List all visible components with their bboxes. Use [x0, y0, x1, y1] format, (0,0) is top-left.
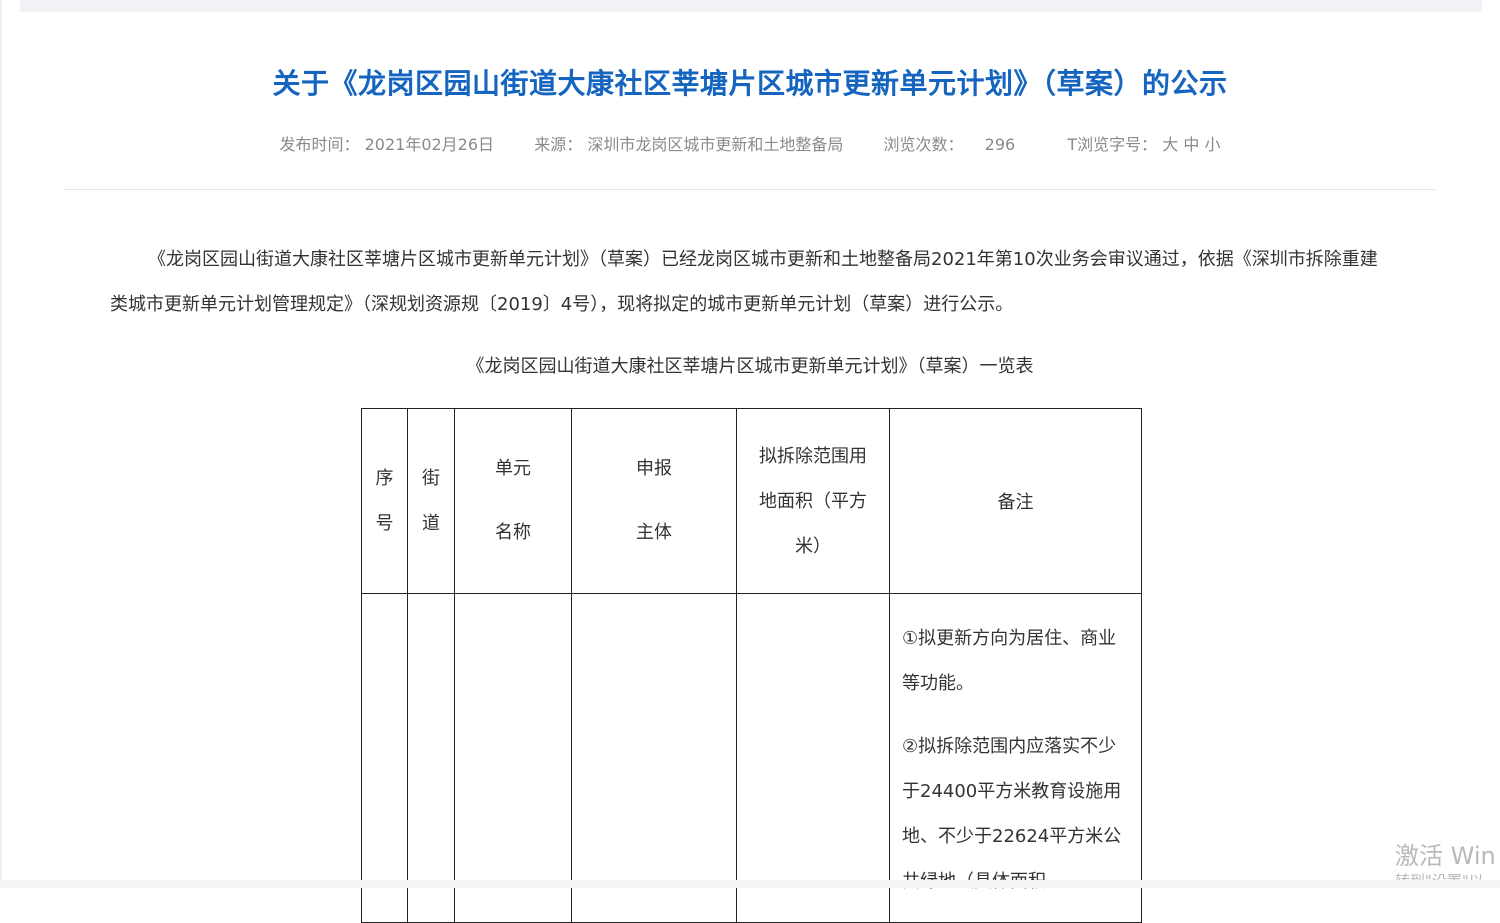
publish-label: 发布时间： [279, 135, 360, 154]
article-meta: 发布时间： 2021年02月26日 来源： 深圳市龙岗区城市更新和土地整备局 浏… [0, 131, 1500, 155]
top-bar [20, 0, 1482, 12]
views-label: 浏览次数： [883, 135, 964, 154]
font-size-medium-button[interactable]: 中 [1183, 135, 1199, 154]
article-paragraph: 《龙岗区园山街道大康社区莘塘片区城市更新单元计划》（草案）已经龙岗区城市更新和土… [110, 249, 1378, 315]
header-street: 街道 [407, 408, 455, 594]
header-remarks: 备注 [889, 408, 1142, 594]
bottom-edge [0, 880, 1500, 888]
cell-index [361, 593, 408, 923]
cell-remarks: ①拟更新方向为居住、商业等功能。 ②拟拆除范围内应落实不少于24400平方米教育… [889, 593, 1142, 923]
publish-date: 2021年02月26日 [364, 135, 495, 154]
header-applicant: 申报 主体 [571, 408, 737, 594]
table-header-row: 序号 街道 单元 名称 申报 主体 拟拆除范围用 地面积（平方 米） 备注 [361, 408, 1142, 594]
remark-item: ②拟拆除范围内应落实不少于24400平方米教育设施用地、不少于22624平方米公… [902, 736, 1122, 892]
cell-demolition-area [736, 593, 890, 923]
page-title: 关于《龙岗区园山街道大康社区莘塘片区城市更新单元计划》（草案）的公示 [272, 67, 1228, 100]
font-size-label: T浏览字号： [1067, 135, 1158, 154]
article-body: 《龙岗区园山街道大康社区莘塘片区城市更新单元计划》（草案）已经龙岗区城市更新和土… [110, 237, 1390, 327]
plan-table: 序号 街道 单元 名称 申报 主体 拟拆除范围用 地面积（平方 米） 备注 ①拟更新方向… [361, 408, 1142, 923]
source-label: 来源： [534, 135, 583, 154]
table-caption: 《龙岗区园山街道大康社区莘塘片区城市更新单元计划》（草案）一览表 [466, 356, 1034, 377]
views-count: 296 [984, 135, 1016, 154]
activation-watermark-title: 激活 Win [1395, 842, 1496, 870]
header-unit-name: 单元 名称 [454, 408, 572, 594]
cell-unit-name [454, 593, 572, 923]
font-size-small-button[interactable]: 小 [1204, 135, 1220, 154]
cell-street [407, 593, 455, 923]
table-row: ①拟更新方向为居住、商业等功能。 ②拟拆除范围内应落实不少于24400平方米教育… [361, 593, 1142, 923]
header-demolition-area: 拟拆除范围用 地面积（平方 米） [736, 408, 890, 594]
source-text: 深圳市龙岗区城市更新和土地整备局 [587, 135, 844, 154]
remark-item: ①拟更新方向为居住、商业等功能。 [902, 628, 1117, 694]
font-size-large-button[interactable]: 大 [1162, 135, 1178, 154]
cell-applicant [571, 593, 737, 923]
title-divider [64, 189, 1436, 190]
header-index: 序号 [361, 408, 408, 594]
